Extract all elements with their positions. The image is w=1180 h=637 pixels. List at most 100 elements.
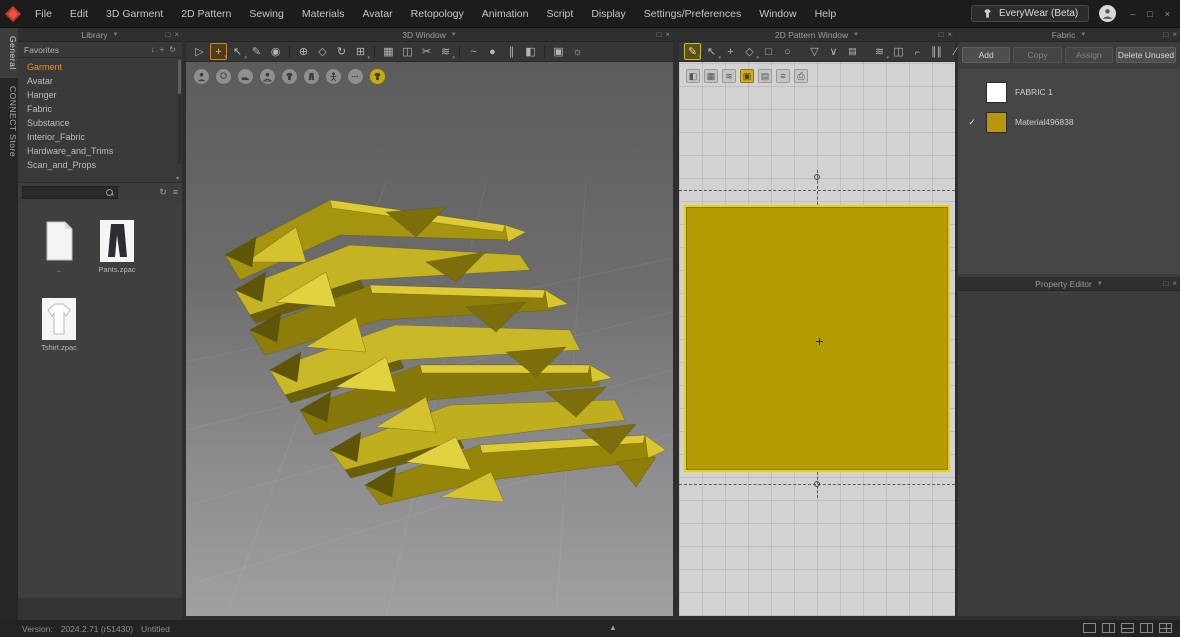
texture-tool[interactable]: ▣ [550, 43, 567, 60]
reload-library-icon[interactable]: ↻ [159, 187, 167, 198]
fabric-row-fabric1[interactable]: FABRIC 1 [958, 77, 1180, 107]
pattern-piece-selected[interactable] [684, 205, 950, 472]
show-fabric-texture-icon[interactable]: ▣ [740, 69, 754, 83]
light-tool[interactable]: ☼ [569, 43, 586, 60]
arrange-tool[interactable]: ⊞▾ [352, 43, 369, 60]
menu-edit[interactable]: Edit [61, 0, 97, 28]
show-avatar-icon[interactable] [193, 68, 210, 85]
fabric-swatch[interactable] [986, 112, 1007, 133]
menu-retopology[interactable]: Retopology [402, 0, 473, 28]
annotation-tool[interactable]: ∥∥ [928, 43, 945, 60]
float-panel-icon[interactable]: □ [1163, 279, 1168, 288]
library-item-substance[interactable]: Substance [18, 116, 182, 130]
menu-3d-garment[interactable]: 3D Garment [97, 0, 172, 28]
import-icon[interactable]: ↓ [151, 45, 155, 54]
library-item-hanger[interactable]: Hanger [18, 88, 182, 102]
file-item-parent-folder[interactable]: .. [30, 219, 88, 274]
add-fabric-button[interactable]: Add [962, 47, 1010, 63]
menu-sewing[interactable]: Sewing [240, 0, 292, 28]
rotate-tool[interactable]: ↻ [333, 43, 350, 60]
chevron-down-icon[interactable]: ▼ [451, 32, 457, 38]
steam-tool[interactable]: ~ [465, 43, 482, 60]
search-icon[interactable] [106, 189, 114, 197]
scale-tool[interactable]: ◇ [314, 43, 331, 60]
show-arrangement-points-icon[interactable] [259, 68, 276, 85]
seam-allowance-tool[interactable]: ⌐ [909, 43, 926, 60]
close-panel-icon[interactable]: × [1172, 30, 1177, 39]
file-item-pants[interactable]: Pants.zpac [88, 219, 146, 274]
menu-avatar[interactable]: Avatar [353, 0, 401, 28]
expand-icon[interactable]: ▾ [176, 175, 179, 182]
close-panel-icon[interactable]: × [174, 30, 179, 39]
show-annotation-icon[interactable]: ≡ [776, 69, 790, 83]
menu-animation[interactable]: Animation [473, 0, 538, 28]
menu-2d-pattern[interactable]: 2D Pattern [172, 0, 240, 28]
layout-single-icon[interactable] [1083, 623, 1096, 633]
account-avatar-icon[interactable] [1099, 5, 1116, 22]
polygon-tool[interactable]: ◇▾ [741, 43, 758, 60]
float-panel-icon[interactable]: □ [165, 30, 170, 39]
add-point-tool[interactable]: + [722, 43, 739, 60]
sewing-tool[interactable]: ≋▾ [437, 43, 454, 60]
show-hair-icon[interactable] [215, 68, 232, 85]
transform-pattern-tool[interactable]: ✎▾ [684, 43, 701, 60]
everywear-beta-badge[interactable]: EveryWear (Beta) [971, 5, 1089, 22]
layout-grid-icon[interactable] [1159, 623, 1172, 633]
library-search-input[interactable] [23, 188, 106, 198]
show-grid-icon[interactable]: ▦ [704, 69, 718, 83]
library-item-fabric[interactable]: Fabric [18, 102, 182, 116]
library-item-garment[interactable]: Garment [18, 60, 182, 74]
chevron-down-icon[interactable]: ▼ [1080, 32, 1086, 38]
grainline-anchor-bottom[interactable] [814, 481, 820, 487]
library-item-interior-fabric[interactable]: Interior_Fabric [18, 130, 182, 144]
show-shoes-icon[interactable] [237, 68, 254, 85]
grading-tool[interactable]: ▤ [844, 43, 861, 60]
float-panel-icon[interactable]: □ [938, 30, 943, 39]
show-pattern-outline-icon[interactable]: ◧ [686, 69, 700, 83]
chevron-down-icon[interactable]: ▼ [113, 32, 119, 38]
show-garment-icon[interactable] [281, 68, 298, 85]
2d-pattern-canvas[interactable]: ◧ ▦ ≋ ▣ ▤ ≡ ⎙ [679, 62, 955, 616]
pin-tool[interactable]: ◉ [267, 43, 284, 60]
side-tab-connect-store[interactable]: CONNECT Store [0, 78, 18, 165]
pen-tool[interactable]: ✎ [248, 43, 265, 60]
move-gizmo-tool[interactable]: ⊕ [295, 43, 312, 60]
menu-materials[interactable]: Materials [293, 0, 354, 28]
chevron-down-icon[interactable]: ▼ [1097, 281, 1103, 287]
close-panel-icon[interactable]: × [947, 30, 952, 39]
show-seams-icon[interactable] [347, 68, 364, 85]
maximize-button[interactable]: □ [1147, 9, 1152, 19]
delete-unused-fabric-button[interactable]: Delete Unused [1116, 47, 1176, 63]
menu-script[interactable]: Script [537, 0, 582, 28]
layout-two-pane-icon[interactable] [1140, 623, 1153, 633]
fabric-row-material496838[interactable]: ✓ Material496838 [958, 107, 1180, 137]
layout-split-vertical-icon[interactable] [1102, 623, 1115, 633]
list-view-icon[interactable]: ≡ [173, 187, 178, 198]
sewing-2d-tool[interactable]: ≋▾ [871, 43, 888, 60]
edit-pattern-tool[interactable]: ↖▾ [703, 43, 720, 60]
zipper-tool[interactable]: ∥ [503, 43, 520, 60]
copy-fabric-button[interactable]: Copy [1013, 47, 1061, 63]
library-item-scan-and-props[interactable]: Scan_and_Props [18, 158, 182, 172]
library-list-scrollbar[interactable] [178, 60, 181, 164]
layout-split-horizontal-icon[interactable] [1121, 623, 1134, 633]
menu-window[interactable]: Window [750, 0, 805, 28]
library-search-box[interactable] [22, 186, 118, 199]
side-tab-general[interactable]: General [0, 28, 18, 78]
show-baseline-icon[interactable]: ▤ [758, 69, 772, 83]
grainline-anchor-top[interactable] [814, 174, 820, 180]
grid-tool[interactable]: ▦ [380, 43, 397, 60]
close-button[interactable]: × [1165, 9, 1170, 19]
dart-tool[interactable]: ▽ [806, 43, 823, 60]
show-sewing-icon[interactable]: ≋ [722, 69, 736, 83]
3d-viewport[interactable] [186, 62, 673, 616]
notch-tool[interactable]: ∨ [825, 43, 842, 60]
fit-map-icon[interactable] [369, 68, 386, 85]
refresh-icon[interactable]: ↻ [169, 45, 176, 54]
show-pose-icon[interactable] [325, 68, 342, 85]
circle-tool[interactable]: ○ [779, 43, 796, 60]
float-panel-icon[interactable]: □ [1163, 30, 1168, 39]
menu-help[interactable]: Help [806, 0, 846, 28]
rectangle-tool[interactable]: □ [760, 43, 777, 60]
library-item-avatar[interactable]: Avatar [18, 74, 182, 88]
